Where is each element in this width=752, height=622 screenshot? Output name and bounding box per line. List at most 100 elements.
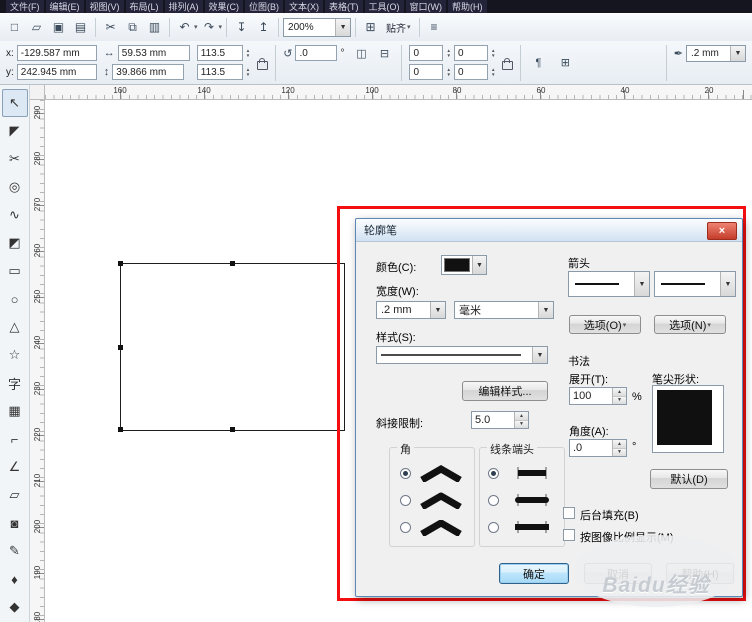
behind-fill-checkbox[interactable] xyxy=(563,507,575,519)
fill-tool[interactable]: ◆ xyxy=(2,593,28,621)
rotation-angle-field[interactable]: .0 xyxy=(295,45,338,61)
mirror-vertical-icon[interactable]: ⊟ xyxy=(374,44,394,62)
menu-bitmaps[interactable]: 位图(B) xyxy=(245,0,283,13)
spin-down-icon[interactable] xyxy=(515,419,528,428)
text-wrap-icon[interactable]: ¶ xyxy=(528,54,548,72)
width-unit-combo[interactable]: 毫米 xyxy=(454,301,554,319)
spin-up-icon[interactable] xyxy=(613,440,626,448)
freehand-tool[interactable]: ∿ xyxy=(2,201,28,229)
cut-icon[interactable]: ✂ xyxy=(100,17,121,38)
ok-button[interactable]: 确定 xyxy=(499,563,569,584)
save-icon[interactable]: ▣ xyxy=(48,17,69,38)
corner-radius-field[interactable]: 0 xyxy=(409,45,444,61)
menu-effects[interactable]: 效果(C) xyxy=(204,0,243,13)
horizontal-ruler[interactable]: 160 140 120 100 80 60 40 20 xyxy=(45,85,752,100)
undo-icon[interactable]: ↶ xyxy=(174,17,195,38)
smart-fill-tool[interactable]: ◩ xyxy=(2,229,28,257)
chevron-down-icon[interactable] xyxy=(730,45,745,61)
contour-tool[interactable]: ◙ xyxy=(2,509,28,537)
chevron-down-icon[interactable] xyxy=(430,302,445,318)
open-icon[interactable]: ▱ xyxy=(26,17,47,38)
stretch-spinner[interactable]: 100 xyxy=(569,387,627,405)
chevron-down-icon[interactable] xyxy=(472,256,486,274)
export-icon[interactable]: ↥ xyxy=(253,17,274,38)
new-icon[interactable]: □ xyxy=(4,17,25,38)
selection-handle[interactable] xyxy=(118,345,123,350)
arrow-end-combo[interactable] xyxy=(654,271,736,297)
menu-file[interactable]: 文件(F) xyxy=(6,0,44,13)
y-position-field[interactable]: 242.945 mm xyxy=(16,64,97,80)
rectangle-tool[interactable]: ▭ xyxy=(2,257,28,285)
dialog-titlebar[interactable]: 轮廓笔 xyxy=(356,219,742,242)
menu-help[interactable]: 帮助(H) xyxy=(448,0,487,13)
options-start-button[interactable]: 选项(O) xyxy=(569,315,641,334)
chevron-down-icon[interactable] xyxy=(538,302,553,318)
undo-dropdown-icon[interactable] xyxy=(194,23,198,31)
round-corner-radio[interactable] xyxy=(400,495,411,506)
cancel-button[interactable]: 取消 xyxy=(584,563,652,584)
ruler-origin[interactable] xyxy=(30,85,45,100)
line-style-combo[interactable] xyxy=(376,346,548,364)
butt-cap-radio[interactable] xyxy=(488,468,499,479)
corner-radius-spinner[interactable] xyxy=(446,48,450,58)
chevron-down-icon[interactable] xyxy=(532,347,547,363)
miter-corner-radio[interactable] xyxy=(400,468,411,479)
outline-pen-tool[interactable]: ♦ xyxy=(2,565,28,593)
zoom-level-combo[interactable]: 200% xyxy=(283,17,352,37)
selection-handle[interactable] xyxy=(118,427,123,432)
x-position-field[interactable]: -129.587 mm xyxy=(16,45,97,61)
mirror-horizontal-icon[interactable]: ◫ xyxy=(351,44,371,62)
object-width-field[interactable]: 59.53 mm xyxy=(117,45,190,61)
eyedropper-tool[interactable]: ✎ xyxy=(2,537,28,565)
round-cap-radio[interactable] xyxy=(488,495,499,506)
polygon-tool[interactable]: △ xyxy=(2,313,28,341)
menu-layout[interactable]: 布局(L) xyxy=(125,0,163,13)
arrow-start-combo[interactable] xyxy=(568,271,650,297)
menu-tools[interactable]: 工具(O) xyxy=(364,0,404,13)
chevron-down-icon[interactable] xyxy=(634,272,649,296)
bevel-corner-radio[interactable] xyxy=(400,522,411,533)
corner-radius-spinner[interactable] xyxy=(446,67,450,77)
paste-icon[interactable]: ▥ xyxy=(144,17,165,38)
dimension-tool[interactable]: ⌐ xyxy=(2,425,28,453)
pick-tool[interactable]: ↖ xyxy=(1,89,28,117)
close-icon[interactable] xyxy=(707,222,737,240)
outline-width-combo[interactable]: .2 mm xyxy=(686,44,746,62)
object-height-field[interactable]: 39.866 mm xyxy=(112,64,185,80)
options-end-button[interactable]: 选项(N) xyxy=(654,315,726,334)
redo-dropdown-icon[interactable] xyxy=(219,23,223,31)
convert-icon[interactable]: ⊞ xyxy=(555,54,575,72)
spin-up-icon[interactable] xyxy=(515,412,528,420)
shape-tool[interactable]: ◤ xyxy=(2,117,28,145)
corner-radius-spinner[interactable] xyxy=(491,48,495,58)
corner-radius-field[interactable]: 0 xyxy=(453,64,488,80)
redo-icon[interactable]: ↷ xyxy=(199,17,220,38)
ellipse-tool[interactable]: ○ xyxy=(2,285,28,313)
selected-rectangle[interactable] xyxy=(118,261,345,432)
square-cap-radio[interactable] xyxy=(488,522,499,533)
scale-y-field[interactable]: 113.5 xyxy=(196,64,243,80)
corner-radius-field[interactable]: 0 xyxy=(453,45,488,61)
zoom-tool[interactable]: ◎ xyxy=(2,173,28,201)
scale-x-spinner[interactable] xyxy=(246,48,250,58)
menu-table[interactable]: 表格(T) xyxy=(325,0,363,13)
crop-tool[interactable]: ✂ xyxy=(2,145,28,173)
spin-down-icon[interactable] xyxy=(613,447,626,456)
miter-limit-spinner[interactable]: 5.0 xyxy=(471,411,529,429)
scale-y-spinner[interactable] xyxy=(246,67,250,77)
table-tool[interactable]: ▦ xyxy=(2,397,28,425)
spin-up-icon[interactable] xyxy=(613,388,626,396)
chevron-down-icon[interactable] xyxy=(720,272,735,296)
connector-tool[interactable]: ∠ xyxy=(2,453,28,481)
vertical-ruler[interactable]: 290 280 270 260 250 240 230 220 210 200 … xyxy=(30,100,45,622)
corner-radius-spinner[interactable] xyxy=(491,67,495,77)
link-corners-icon[interactable] xyxy=(502,57,514,70)
color-combo[interactable] xyxy=(441,255,487,275)
menu-window[interactable]: 窗口(W) xyxy=(405,0,446,13)
default-button[interactable]: 默认(D) xyxy=(650,469,728,489)
menu-text[interactable]: 文本(X) xyxy=(285,0,323,13)
print-icon[interactable]: ▤ xyxy=(70,17,91,38)
selection-handle[interactable] xyxy=(118,261,123,266)
scale-x-field[interactable]: 113.5 xyxy=(196,45,243,61)
menu-arrange[interactable]: 排列(A) xyxy=(164,0,203,13)
